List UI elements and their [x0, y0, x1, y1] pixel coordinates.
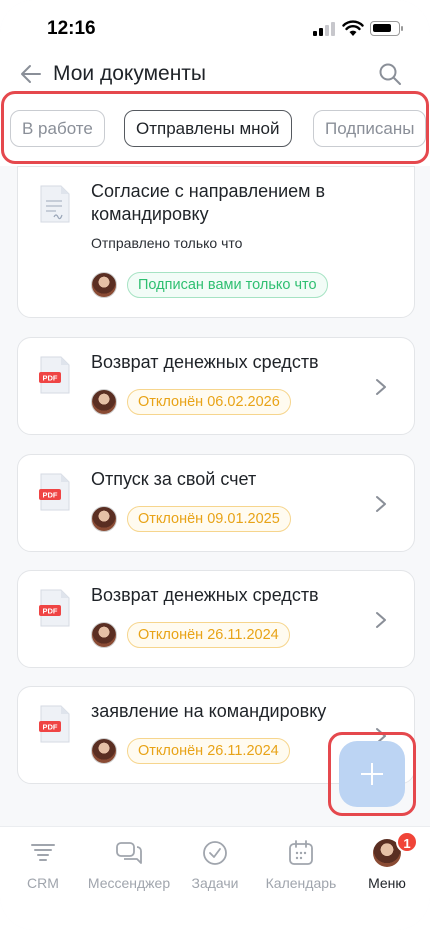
nav-item-calendar[interactable]: Календарь — [258, 839, 344, 891]
search-icon[interactable] — [378, 62, 402, 86]
tasks-icon — [203, 841, 227, 865]
document-card[interactable]: Согласие с направлением в командировку О… — [17, 166, 415, 318]
phone-screen: 12:16 Мои документы В работе Отправлены … — [0, 0, 430, 930]
pdf-label: PDF — [43, 607, 58, 616]
avatar — [91, 272, 117, 298]
document-title: Возврат денежных средств — [91, 585, 319, 605]
nav-label: Мессенджер — [87, 875, 171, 891]
nav-item-crm[interactable]: CRM — [0, 839, 86, 891]
filter-tabs: В работе Отправлены мной Подписаны — [0, 90, 430, 166]
status-time: 12:16 — [47, 18, 96, 39]
signed-doc-icon — [40, 185, 70, 223]
nav-item-tasks[interactable]: Задачи — [172, 839, 258, 891]
chevron-right-icon — [376, 496, 386, 512]
page-title: Мои документы — [53, 62, 207, 85]
document-title: Отпуск за свой счет — [91, 469, 257, 489]
tab-signed[interactable]: Подписаны — [313, 110, 427, 147]
document-sent-time: Отправлено только что — [91, 235, 243, 251]
calendar-icon — [289, 840, 313, 865]
nav-label: Задачи — [191, 875, 239, 891]
avatar — [91, 738, 117, 764]
status-badge: Отклонён 26.11.2024 — [127, 622, 290, 648]
messenger-icon — [116, 842, 142, 864]
battery-icon — [370, 21, 403, 36]
back-arrow-icon[interactable] — [20, 64, 42, 84]
pdf-icon: PDF — [39, 356, 70, 394]
add-document-button[interactable] — [339, 741, 405, 807]
status-badge: Отклонён 26.11.2024 — [127, 738, 290, 764]
tab-in-progress[interactable]: В работе — [10, 110, 105, 147]
wifi-icon — [342, 20, 364, 36]
avatar — [91, 506, 117, 532]
status-badge: Отклонён 09.01.2025 — [127, 506, 291, 532]
pdf-label: PDF — [43, 723, 58, 732]
nav-item-messenger[interactable]: Мессенджер — [86, 839, 172, 891]
avatar — [91, 389, 117, 415]
tab-sent-by-me[interactable]: Отправлены мной — [124, 110, 292, 147]
pdf-label: PDF — [43, 491, 58, 500]
avatar — [91, 622, 117, 648]
notification-badge: 1 — [396, 831, 418, 853]
nav-label: Календарь — [265, 875, 337, 891]
nav-label: CRM — [27, 875, 59, 891]
pdf-label: PDF — [43, 374, 58, 383]
document-title: заявление на командировку — [91, 701, 327, 721]
pdf-icon: PDF — [39, 589, 70, 627]
pdf-icon: PDF — [39, 473, 70, 511]
status-badge: Отклонён 06.02.2026 — [127, 389, 291, 415]
nav-item-menu[interactable]: 1 Меню — [344, 831, 430, 891]
document-title: Возврат денежных средств — [91, 352, 319, 372]
document-card[interactable]: PDF Отпуск за свой счет Отклонён 09.01.2… — [17, 454, 415, 552]
cellular-signal-icon — [313, 22, 335, 36]
chevron-right-icon — [376, 379, 386, 395]
nav-label: Меню — [368, 875, 406, 891]
document-title: Согласие с направлением в командировку — [91, 181, 326, 224]
chevron-right-icon — [376, 612, 386, 628]
document-card[interactable]: PDF Возврат денежных средств Отклонён 06… — [17, 337, 415, 435]
pdf-icon: PDF — [39, 705, 70, 743]
status-badge: Подписан вами только что — [127, 272, 328, 298]
crm-icon — [31, 844, 55, 861]
document-list: Согласие с направлением в командировку О… — [0, 166, 430, 826]
document-card[interactable]: PDF Возврат денежных средств Отклонён 26… — [17, 570, 415, 668]
bottom-navigation: CRM Мессенджер Задачи Календарь 1 Меню — [0, 826, 430, 930]
status-bar: 12:16 — [0, 0, 430, 52]
